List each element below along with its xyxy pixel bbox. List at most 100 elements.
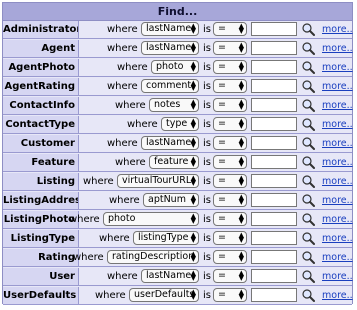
search-icon[interactable] (301, 269, 315, 283)
search-value-input[interactable] (251, 41, 297, 55)
field-select[interactable]: feature ▲ ▼ (149, 155, 199, 169)
more-link[interactable]: more.. (322, 230, 353, 247)
find-header: Find... (3, 3, 352, 21)
search-icon[interactable] (301, 288, 315, 302)
entity-label: ListingPhoto (3, 211, 79, 228)
select-arrows-icon: ▲ ▼ (190, 212, 196, 225)
search-value-input[interactable] (251, 136, 297, 150)
find-row-listingaddress: ListingAddress where aptNum ▲ ▼ is = ▲ ▼ more.. (3, 192, 353, 210)
search-icon[interactable] (301, 231, 315, 245)
search-icon[interactable] (301, 117, 315, 131)
is-label: is (203, 176, 211, 187)
search-icon[interactable] (301, 60, 315, 74)
operator-select[interactable]: = ▲ ▼ (213, 155, 247, 169)
more-link[interactable]: more.. (322, 78, 353, 95)
operator-select[interactable]: = ▲ ▼ (213, 117, 247, 131)
query-controls: where lastName ▲ ▼ is = ▲ ▼ more.. (79, 40, 353, 57)
is-label: is (203, 233, 211, 244)
search-value-input[interactable] (251, 60, 297, 74)
search-value-input[interactable] (251, 155, 297, 169)
query-controls: where type ▲ ▼ is = ▲ ▼ more.. (79, 116, 353, 133)
search-value-input[interactable] (251, 269, 297, 283)
operator-select[interactable]: = ▲ ▼ (213, 193, 247, 207)
operator-select[interactable]: = ▲ ▼ (213, 60, 247, 74)
more-link[interactable]: more.. (322, 40, 353, 57)
field-select[interactable]: photo ▲ ▼ (103, 212, 199, 226)
operator-select[interactable]: = ▲ ▼ (213, 79, 247, 93)
field-select[interactable]: lastName ▲ ▼ (141, 22, 199, 36)
field-select[interactable]: notes ▲ ▼ (149, 98, 199, 112)
field-select[interactable]: type ▲ ▼ (161, 117, 199, 131)
operator-select[interactable]: = ▲ ▼ (213, 136, 247, 150)
select-arrows-icon: ▲ ▼ (238, 98, 244, 111)
operator-select[interactable]: = ▲ ▼ (213, 41, 247, 55)
field-select-value: aptNum (148, 194, 186, 205)
field-select-value: lastName (146, 42, 192, 53)
search-icon[interactable] (301, 41, 315, 55)
search-value-input[interactable] (251, 117, 297, 131)
search-value-input[interactable] (251, 231, 297, 245)
operator-select[interactable]: = ▲ ▼ (213, 231, 247, 245)
search-icon[interactable] (301, 174, 315, 188)
field-select[interactable]: aptNum ▲ ▼ (143, 193, 199, 207)
where-label: where (107, 43, 138, 54)
operator-select[interactable]: = ▲ ▼ (213, 98, 247, 112)
search-icon[interactable] (301, 250, 315, 264)
select-arrows-icon: ▲ ▼ (238, 231, 244, 244)
field-select-value: lastName (146, 270, 192, 281)
field-select[interactable]: userDefaults ▲ ▼ (129, 288, 199, 302)
more-link[interactable]: more.. (322, 211, 353, 228)
more-link[interactable]: more.. (322, 21, 353, 38)
field-select[interactable]: listingType ▲ ▼ (133, 231, 199, 245)
more-link[interactable]: more.. (322, 154, 353, 171)
more-link[interactable]: more.. (322, 192, 353, 209)
search-value-input[interactable] (251, 79, 297, 93)
where-label: where (73, 252, 104, 263)
operator-select[interactable]: = ▲ ▼ (213, 288, 247, 302)
search-value-input[interactable] (251, 174, 297, 188)
search-value-input[interactable] (251, 212, 297, 226)
search-value-input[interactable] (251, 250, 297, 264)
more-link[interactable]: more.. (322, 116, 353, 133)
operator-select-value: = (218, 194, 226, 205)
field-select[interactable]: lastName ▲ ▼ (141, 136, 199, 150)
more-link[interactable]: more.. (322, 97, 353, 114)
search-value-input[interactable] (251, 98, 297, 112)
more-link[interactable]: more.. (322, 59, 353, 76)
search-icon[interactable] (301, 155, 315, 169)
select-arrows-icon: ▲ ▼ (190, 98, 196, 111)
search-value-input[interactable] (251, 193, 297, 207)
more-link[interactable]: more.. (322, 287, 353, 304)
operator-select[interactable]: = ▲ ▼ (213, 22, 247, 36)
more-link[interactable]: more.. (322, 173, 353, 190)
more-link[interactable]: more.. (322, 249, 353, 266)
search-icon[interactable] (301, 136, 315, 150)
search-value-input[interactable] (251, 288, 297, 302)
query-controls: where lastName ▲ ▼ is = ▲ ▼ more.. (79, 135, 353, 152)
select-arrows-icon: ▲ ▼ (238, 193, 244, 206)
more-link[interactable]: more.. (322, 135, 353, 152)
search-icon[interactable] (301, 79, 315, 93)
field-select[interactable]: lastName ▲ ▼ (141, 269, 199, 283)
field-select-value: ratingDescription (112, 251, 195, 262)
operator-select[interactable]: = ▲ ▼ (213, 269, 247, 283)
operator-select[interactable]: = ▲ ▼ (213, 212, 247, 226)
field-select[interactable]: ratingDescription ▲ ▼ (107, 250, 199, 264)
field-select[interactable]: photo ▲ ▼ (151, 60, 199, 74)
operator-select[interactable]: = ▲ ▼ (213, 174, 247, 188)
operator-select[interactable]: = ▲ ▼ (213, 250, 247, 264)
entity-label: Listing (3, 173, 79, 190)
operator-select-value: = (218, 213, 226, 224)
search-icon[interactable] (301, 212, 315, 226)
field-select-value: virtualTourURL (122, 175, 192, 186)
operator-select-value: = (218, 251, 226, 262)
query-controls: where ratingDescription ▲ ▼ is = ▲ ▼ more.. (73, 249, 353, 266)
field-select[interactable]: lastName ▲ ▼ (141, 41, 199, 55)
search-icon[interactable] (301, 22, 315, 36)
more-link[interactable]: more.. (322, 268, 353, 285)
field-select[interactable]: virtualTourURL ▲ ▼ (117, 174, 199, 188)
search-value-input[interactable] (251, 22, 297, 36)
search-icon[interactable] (301, 98, 315, 112)
search-icon[interactable] (301, 193, 315, 207)
field-select[interactable]: comment ▲ ▼ (141, 79, 199, 93)
